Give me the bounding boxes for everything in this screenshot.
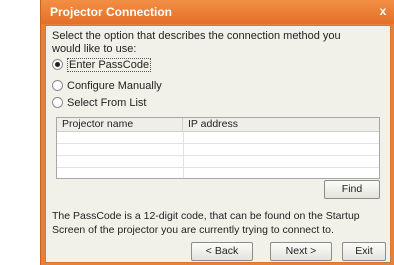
back-button[interactable]: < Back [191, 242, 253, 261]
table-row[interactable] [57, 133, 379, 144]
title-bar[interactable]: Projector Connection x [41, 0, 394, 24]
radio-configure-manually[interactable] [52, 80, 63, 91]
instruction-text: Select the option that describes the con… [52, 30, 341, 55]
table-header: Projector name IP address [57, 118, 379, 132]
next-button[interactable]: Next > [270, 242, 332, 261]
option-select-from-list[interactable]: Select From List [52, 95, 146, 110]
column-header-ip-address[interactable]: IP address [183, 118, 379, 132]
option-label: Enter PassCode [67, 57, 152, 72]
option-label: Select From List [67, 96, 147, 109]
option-enter-passcode[interactable]: Enter PassCode [52, 57, 152, 72]
table-row[interactable] [57, 157, 379, 168]
column-header-projector-name[interactable]: Projector name [57, 118, 183, 132]
exit-button[interactable]: Exit [342, 242, 386, 261]
option-configure-manually[interactable]: Configure Manually [52, 78, 162, 93]
window-title: Projector Connection [50, 5, 173, 19]
passcode-help-text: The PassCode is a 12-digit code, that ca… [52, 210, 360, 236]
find-button[interactable]: Find [324, 180, 380, 199]
radio-select-from-list[interactable] [52, 97, 63, 108]
close-icon[interactable]: x [376, 4, 390, 18]
column-divider [183, 132, 184, 178]
radio-enter-passcode[interactable] [52, 59, 63, 70]
dialog-content: Select the option that describes the con… [45, 25, 391, 263]
table-row[interactable] [57, 145, 379, 156]
projector-list-table[interactable]: Projector name IP address [56, 117, 380, 179]
option-label: Configure Manually [67, 79, 162, 92]
projector-connection-dialog: Projector Connection x Select the option… [40, 0, 394, 265]
